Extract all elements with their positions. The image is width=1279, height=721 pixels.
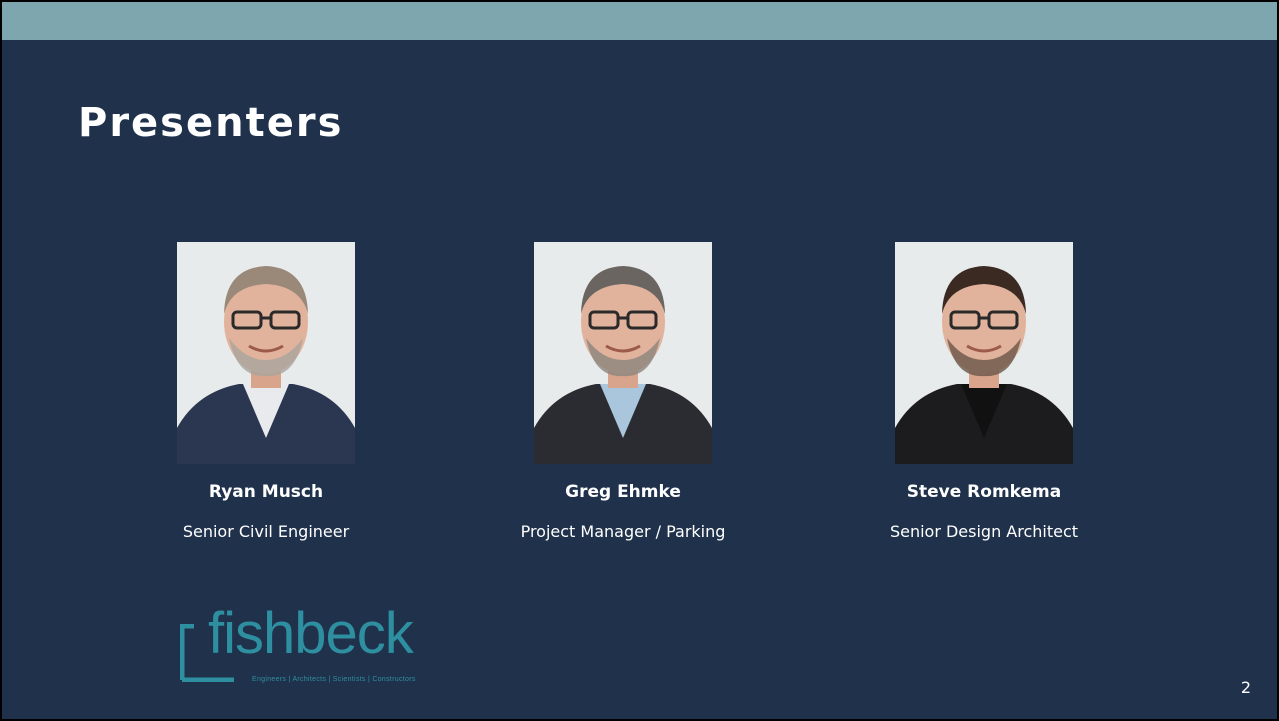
presenter-photo (177, 242, 355, 464)
presenter-name: Greg Ehmke (565, 482, 681, 502)
presenter-role: Senior Design Architect (889, 522, 1079, 541)
presenter-card: Ryan Musch Senior Civil Engineer (116, 242, 416, 541)
slide-title: Presenters (78, 100, 344, 146)
presenter-name: Ryan Musch (208, 482, 324, 502)
top-accent-band (2, 2, 1277, 40)
logo-wordmark: fishbeck (208, 601, 414, 666)
page-number: 2 (1240, 678, 1251, 697)
presenter-name: Steve Romkema (906, 482, 1062, 502)
fishbeck-logo: fishbeck Engineers | Architects | Scient… (178, 601, 488, 690)
presenter-photo (534, 242, 712, 464)
logo-tagline: Engineers | Architects | Scientists | Co… (252, 676, 416, 683)
presenter-role: Senior Civil Engineer (182, 522, 350, 541)
presenter-card: Greg Ehmke Project Manager / Parking (473, 242, 773, 541)
presenter-photo (895, 242, 1073, 464)
presenter-card: Steve Romkema Senior Design Architect (834, 242, 1134, 541)
slide: Presenters Ryan Musch Senior Civil Engin… (2, 2, 1277, 719)
presenter-role: Project Manager / Parking (520, 522, 726, 541)
